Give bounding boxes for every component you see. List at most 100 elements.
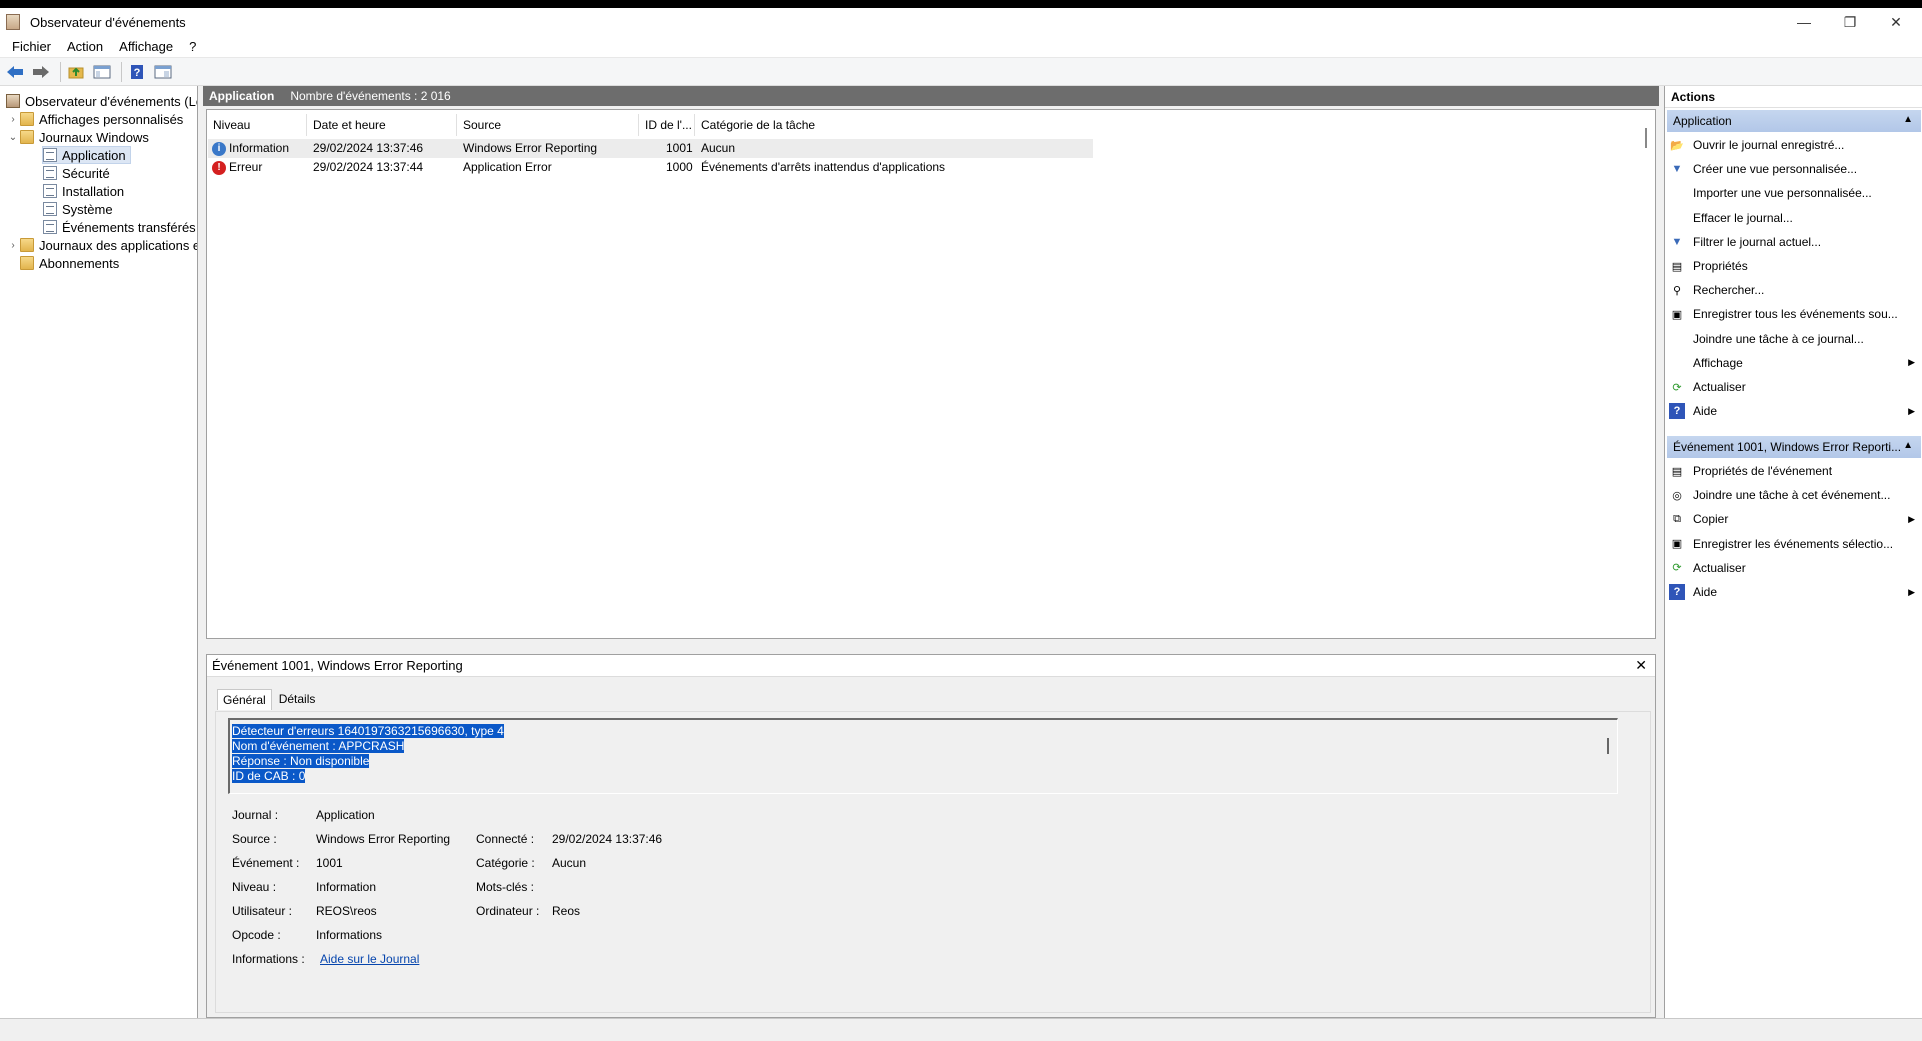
detail-title: Événement 1001, Windows Error Reporting	[212, 658, 463, 673]
submenu-arrow-icon: ▶	[1908, 405, 1915, 416]
actions-section-event[interactable]: Événement 1001, Windows Error Reporti...…	[1667, 436, 1921, 458]
help-link[interactable]: Aide sur le Journal	[320, 952, 419, 966]
row-datetime: 29/02/2024 13:37:44	[313, 160, 424, 174]
collapse-up-icon[interactable]: ▲	[1903, 440, 1913, 451]
menu-fichier[interactable]: Fichier	[4, 39, 59, 54]
action-item[interactable]: Joindre une tâche à ce journal...	[1669, 328, 1919, 350]
section-label: Application	[1673, 114, 1732, 128]
action-item[interactable]: ? Aide ▶	[1669, 581, 1919, 603]
action-item[interactable]: 📂 Ouvrir le journal enregistré...	[1669, 134, 1919, 156]
tab-details[interactable]: Détails	[274, 689, 321, 710]
restore-button[interactable]: ❐	[1827, 8, 1873, 36]
action-item[interactable]: ⟳ Actualiser	[1669, 557, 1919, 579]
menu-action[interactable]: Action	[59, 39, 111, 54]
row-category: Aucun	[701, 141, 736, 155]
description-line: Nom d'événement : APPCRASH	[232, 739, 405, 753]
tree-system[interactable]: Système	[43, 200, 113, 218]
open-folder-icon: 📂	[1670, 139, 1684, 152]
event-description[interactable]: Détecteur d'erreurs 1640197363215696630,…	[228, 718, 1618, 794]
action-label: Créer une vue personnalisée...	[1693, 162, 1858, 177]
action-item[interactable]: ▼ Créer une vue personnalisée...	[1669, 158, 1919, 180]
tree-subscriptions[interactable]: Abonnements	[20, 254, 119, 272]
action-item[interactable]: ▤ Propriétés	[1669, 255, 1919, 277]
actions-section-application[interactable]: Application ▲	[1667, 110, 1921, 132]
binoculars-icon: ⚲	[1672, 284, 1682, 297]
column-category[interactable]: Catégorie de la tâche	[695, 114, 1093, 136]
tree-root[interactable]: Observateur d'événements (Loca	[6, 92, 198, 110]
console-tree-icon[interactable]	[91, 61, 113, 83]
action-item[interactable]: Effacer le journal...	[1669, 207, 1919, 229]
actions-pane: Actions Application ▲ 📂 Ouvrir le journal…	[1664, 86, 1922, 1026]
forward-icon[interactable]	[30, 61, 52, 83]
tree-forwarded-label: Événements transférés	[62, 219, 196, 235]
expand-arrow-icon[interactable]: ›	[8, 114, 18, 125]
refresh-icon: ⟳	[1672, 562, 1682, 575]
submenu-arrow-icon: ▶	[1908, 513, 1915, 524]
tree-application[interactable]: Application	[42, 146, 131, 164]
up-folder-icon[interactable]	[65, 61, 87, 83]
event-properties-icon: ▤	[1671, 465, 1683, 478]
tree-security[interactable]: Sécurité	[43, 164, 110, 182]
blank-icon	[1669, 210, 1685, 226]
task-icon: ◎	[1672, 489, 1682, 502]
properties-icon: ▤	[1671, 260, 1683, 273]
save-icon: ▣	[1671, 538, 1683, 551]
close-icon[interactable]: ✕	[1635, 657, 1647, 674]
tab-general[interactable]: Général	[217, 689, 272, 710]
action-item[interactable]: ▼ Filtrer le journal actuel...	[1669, 231, 1919, 253]
list-vertical-scrollbar[interactable]	[1645, 128, 1647, 148]
tree-apps-services[interactable]: › Journaux des applications et	[8, 236, 197, 254]
menu-affichage[interactable]: Affichage	[111, 39, 181, 54]
back-icon[interactable]	[4, 61, 26, 83]
title-bar: Observateur d'événements — ❐ ✕	[0, 8, 1922, 36]
tree-custom-views[interactable]: › Affichages personnalisés	[8, 110, 183, 128]
action-pane-icon[interactable]	[152, 61, 174, 83]
row-level: Erreur	[229, 160, 263, 174]
action-label: Ouvrir le journal enregistré...	[1693, 138, 1845, 152]
event-list: Niveau Date et heure Source ID de l'... …	[206, 109, 1656, 639]
action-item[interactable]: ⟳ Actualiser	[1669, 376, 1919, 398]
action-item[interactable]: ⚲ Rechercher...	[1669, 279, 1919, 301]
tree-custom-views-label: Affichages personnalisés	[39, 111, 184, 127]
detail-tabs: Général Détails	[217, 689, 322, 710]
action-item[interactable]: Importer une vue personnalisée...	[1669, 182, 1919, 204]
collapse-arrow-icon[interactable]: ⌄	[8, 132, 18, 143]
opcode-label: Opcode :	[232, 928, 281, 942]
help-icon[interactable]: ?	[126, 61, 148, 83]
collapse-up-icon[interactable]: ▲	[1903, 114, 1913, 125]
close-button[interactable]: ✕	[1873, 8, 1919, 36]
source-label: Source :	[232, 832, 277, 846]
column-source[interactable]: Source	[457, 114, 639, 136]
action-item[interactable]: Affichage ▶	[1669, 352, 1919, 374]
filter-create-icon: ▼	[1671, 163, 1683, 176]
expand-arrow-icon[interactable]: ›	[8, 240, 18, 251]
action-item[interactable]: ⧉ Copier ▶	[1669, 508, 1919, 530]
column-date[interactable]: Date et heure	[307, 114, 457, 136]
column-niveau[interactable]: Niveau	[207, 114, 307, 136]
action-item[interactable]: ▤ Propriétés de l'événement	[1669, 460, 1919, 482]
tree-root-label: Observateur d'événements (Loca	[25, 93, 198, 109]
action-item[interactable]: ◎ Joindre une tâche à cet événement...	[1669, 484, 1919, 506]
action-item[interactable]: ▣ Enregistrer tous les événements sou...	[1669, 303, 1919, 325]
tree-windows-logs[interactable]: ⌄ Journaux Windows	[8, 128, 149, 146]
keywords-label: Mots-clés :	[476, 880, 535, 894]
action-label: Joindre une tâche à ce journal...	[1693, 331, 1864, 346]
tree-setup[interactable]: Installation	[43, 182, 124, 200]
tree-subscriptions-label: Abonnements	[39, 255, 120, 271]
action-label: Enregistrer les événements sélectio...	[1693, 536, 1894, 551]
minimize-button[interactable]: —	[1781, 8, 1827, 36]
blank-icon	[1669, 185, 1685, 201]
action-item[interactable]: ▣ Enregistrer les événements sélectio...	[1669, 533, 1919, 555]
action-item[interactable]: ? Aide ▶	[1669, 400, 1919, 422]
info-label: Informations :	[232, 952, 305, 966]
journal-label: Journal :	[232, 808, 279, 822]
tree-forwarded-events[interactable]: Événements transférés	[43, 218, 196, 236]
menu-help[interactable]: ?	[181, 39, 204, 54]
submenu-arrow-icon: ▶	[1908, 357, 1915, 368]
description-scrollbar[interactable]	[1607, 738, 1609, 754]
table-row[interactable]: i Information 29/02/2024 13:37:46 Windows…	[208, 139, 1093, 158]
row-source: Windows Error Reporting	[463, 141, 598, 155]
event-viewer-icon	[6, 94, 20, 108]
column-id[interactable]: ID de l'...	[639, 114, 695, 136]
table-row[interactable]: ! Erreur 29/02/2024 13:37:44 Application …	[208, 158, 1093, 177]
